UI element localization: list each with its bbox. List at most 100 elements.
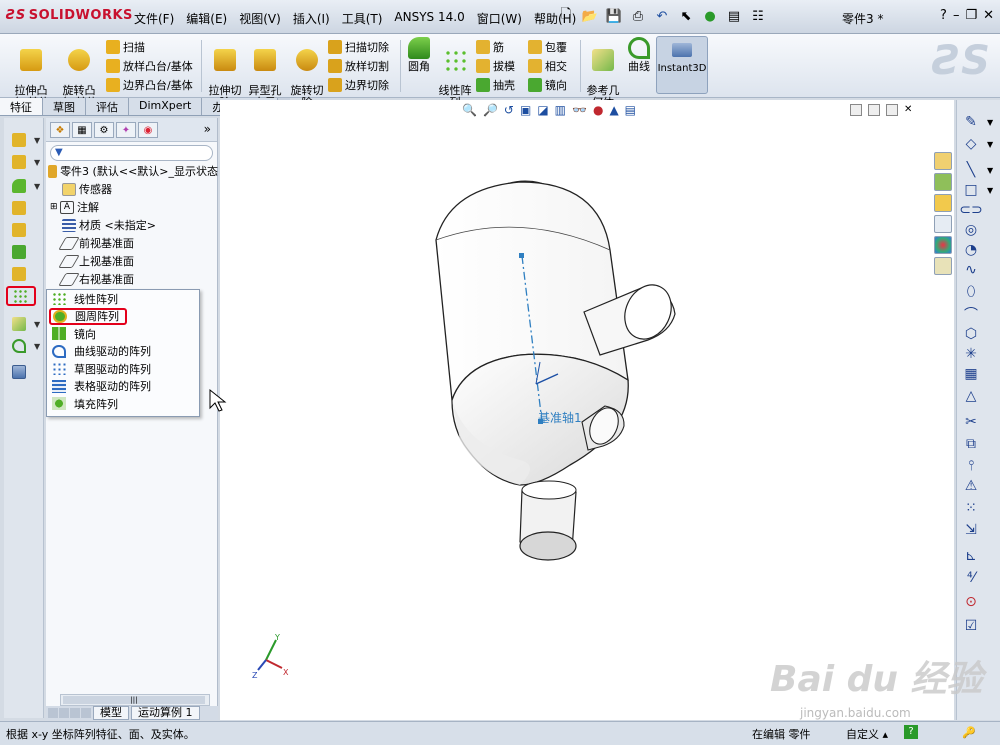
chevron-down-icon[interactable]: ▼: [987, 186, 993, 195]
rib-tool[interactable]: [8, 198, 30, 218]
sweep-cut-button[interactable]: 扫描切除: [328, 38, 389, 56]
convert-entities-tool[interactable]: ⧉: [961, 434, 981, 454]
select-arrow-icon[interactable]: ⬉: [676, 7, 696, 25]
menu-file[interactable]: 文件(F): [128, 8, 180, 29]
quick-snaps-tool[interactable]: ⁴⁄: [961, 568, 981, 588]
boundary-boss-button[interactable]: 边界凸台/基体: [106, 76, 193, 94]
axis-endpoint-handle[interactable]: [519, 253, 524, 258]
chevron-down-icon[interactable]: ▼: [987, 118, 993, 127]
instant3d-tool[interactable]: [8, 362, 30, 382]
graphics-viewport[interactable]: 基准轴1 Y X Z: [220, 100, 954, 720]
point-tool[interactable]: ✳: [961, 344, 981, 364]
menu-item-fill-pattern[interactable]: 填充阵列: [47, 395, 199, 413]
chevron-down-icon[interactable]: ▼: [34, 158, 40, 167]
display-style-icon[interactable]: ▥: [555, 103, 566, 117]
property-manager-tab-icon[interactable]: ▦: [72, 122, 92, 138]
scrollbar-thumb[interactable]: |||: [63, 696, 205, 704]
menu-item-mirror[interactable]: 镜向: [47, 325, 199, 343]
last-tab-icon[interactable]: [81, 708, 91, 718]
circle-tool[interactable]: ◎: [961, 220, 981, 240]
tree-item-material[interactable]: 材质 <未指定>: [46, 216, 218, 234]
viewport-restore-icon[interactable]: [886, 104, 898, 116]
smart-dimension-tool[interactable]: ◇: [961, 134, 981, 154]
wrap-tool[interactable]: [8, 220, 30, 240]
repair-sketch-tool[interactable]: ☑: [961, 616, 981, 636]
view-orientation-icon[interactable]: ◪: [537, 103, 548, 117]
viewport-minimize-icon[interactable]: [868, 104, 880, 116]
polygon-tool[interactable]: ⬡: [961, 324, 981, 344]
menu-item-table-driven-pattern[interactable]: 表格驱动的阵列: [47, 378, 199, 396]
options-icon[interactable]: ☷: [748, 7, 768, 25]
linear-pattern-button[interactable]: 线性阵 列: [432, 37, 478, 109]
reference-geometry-tool[interactable]: [8, 314, 30, 334]
bottom-nozzle-face[interactable]: [519, 531, 577, 561]
loft-cut-button[interactable]: 放样切割: [328, 57, 389, 75]
extrude-cut-tool[interactable]: [8, 152, 30, 172]
arc-tool[interactable]: ◔: [961, 240, 981, 260]
curves-tool[interactable]: [8, 336, 30, 356]
display-manager-tab-icon[interactable]: ◉: [138, 122, 158, 138]
menu-item-circular-pattern[interactable]: 圆周阵列: [49, 307, 127, 325]
file-explorer-icon[interactable]: [934, 194, 952, 212]
rapid-sketch-tool[interactable]: ⊙: [961, 592, 981, 612]
menu-item-linear-pattern[interactable]: 线性阵列: [47, 290, 199, 308]
menu-item-curve-driven-pattern[interactable]: 曲线驱动的阵列: [47, 343, 199, 361]
boundary-cut-button[interactable]: 边界切除: [328, 76, 389, 94]
next-tab-icon[interactable]: [70, 708, 80, 718]
chevron-down-icon[interactable]: ▼: [34, 136, 40, 145]
custom-properties-icon[interactable]: [934, 257, 952, 275]
appearances-icon[interactable]: [934, 236, 952, 254]
sweep-button[interactable]: 扫描: [106, 38, 145, 56]
section-view-icon[interactable]: ▣: [520, 103, 531, 117]
open-folder-icon[interactable]: 📂: [580, 7, 600, 25]
feature-tree-hscrollbar[interactable]: |||: [60, 694, 210, 706]
display-relations-tool[interactable]: ⊾: [961, 546, 981, 566]
new-document-icon[interactable]: 🗋: [556, 7, 576, 25]
close-icon[interactable]: ✕: [983, 8, 994, 23]
tree-item-annotations[interactable]: ⊞ A 注解: [46, 198, 218, 216]
chevron-down-icon[interactable]: ▼: [34, 342, 40, 351]
pattern-tool[interactable]: [6, 286, 36, 306]
menu-view[interactable]: 视图(V): [233, 8, 287, 29]
zoom-to-area-icon[interactable]: 🔎: [483, 103, 498, 117]
tab-evaluate[interactable]: 评估: [86, 98, 129, 115]
menu-item-sketch-driven-pattern[interactable]: 草图驱动的阵列: [47, 360, 199, 378]
fillet-tool[interactable]: [8, 176, 30, 196]
expand-plus-icon[interactable]: ⊞: [50, 202, 60, 212]
text-tool[interactable]: ▦: [961, 364, 981, 384]
part-model[interactable]: 基准轴1 Y X Z: [220, 100, 954, 720]
previous-view-icon[interactable]: ↺: [504, 103, 514, 117]
viewport-tile-icon[interactable]: [850, 104, 862, 116]
save-icon[interactable]: 💾: [604, 7, 624, 25]
solidworks-logo[interactable]: ƧS SOLIDWORKS: [6, 8, 133, 23]
print-icon[interactable]: ⎙: [628, 7, 648, 25]
view-palette-icon[interactable]: [934, 215, 952, 233]
chevron-down-icon[interactable]: ▼: [987, 166, 993, 175]
shell-tool[interactable]: [8, 242, 30, 262]
restore-icon[interactable]: ❐: [965, 8, 977, 23]
rectangle-tool[interactable]: □: [961, 180, 981, 200]
rebuild-traffic-light-icon[interactable]: ●: [700, 7, 720, 25]
draft-button[interactable]: 拔模: [476, 57, 515, 75]
loft-boss-button[interactable]: 放样凸台/基体: [106, 57, 193, 75]
construction-geometry-tool[interactable]: △: [961, 386, 981, 406]
tree-part-node[interactable]: 零件3 (默认<<默认>_显示状态: [46, 162, 218, 180]
first-tab-icon[interactable]: [48, 708, 58, 718]
shell-button[interactable]: 抽壳: [476, 76, 515, 94]
configuration-manager-tab-icon[interactable]: ⚙: [94, 122, 114, 138]
chevron-down-icon[interactable]: ▼: [34, 182, 40, 191]
move-entities-tool[interactable]: ⇲: [961, 520, 981, 540]
revolve-cut-button[interactable]: 旋转切 除: [284, 37, 330, 109]
menu-ansys[interactable]: ANSYS 14.0: [388, 8, 470, 29]
chevron-down-icon[interactable]: ▼: [987, 140, 993, 149]
wrap-button[interactable]: 包覆: [528, 38, 567, 56]
intersect-button[interactable]: 相交: [528, 57, 567, 75]
line-tool[interactable]: ╲: [961, 160, 981, 180]
feature-tree-filter[interactable]: ▼: [50, 145, 213, 161]
help-icon[interactable]: ?: [940, 8, 947, 23]
menu-edit[interactable]: 编辑(E): [180, 8, 233, 29]
offset-entities-tool[interactable]: ⫯: [961, 456, 981, 476]
tab-features[interactable]: 特征: [0, 98, 43, 115]
tab-sketch[interactable]: 草图: [43, 98, 86, 115]
hole-tool[interactable]: [8, 264, 30, 284]
